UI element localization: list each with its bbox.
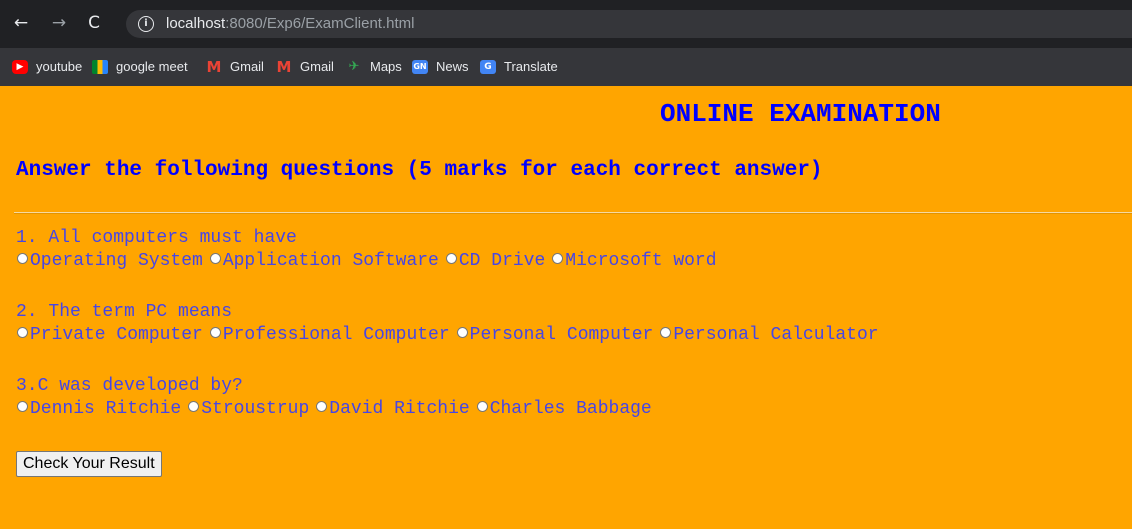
radio-button[interactable] — [660, 326, 672, 338]
bookmark-maps[interactable]: ✈ Maps — [346, 58, 402, 76]
option-label: Professional Computer — [222, 325, 450, 345]
radio-button[interactable] — [17, 326, 28, 338]
option-label: Operating System — [30, 251, 203, 271]
maps-icon: ✈ — [348, 58, 360, 74]
option-label: Microsoft word — [565, 251, 717, 271]
option[interactable]: Operating System — [16, 249, 203, 273]
option[interactable]: CD Drive — [445, 249, 545, 273]
page-title: ONLINE EXAMINATION — [660, 99, 941, 129]
option-label: Application Software — [222, 251, 439, 271]
gmail-icon: M — [206, 57, 222, 76]
gmail-icon: M — [276, 57, 292, 76]
option-label: Charles Babbage — [489, 399, 652, 419]
radio-button[interactable] — [445, 252, 457, 264]
bookmark-label: News — [436, 59, 469, 74]
horizontal-rule — [14, 212, 1132, 214]
reload-icon[interactable]: C — [83, 12, 105, 34]
url-host: localhost — [166, 15, 226, 32]
radio-button[interactable] — [552, 252, 564, 264]
bookmarks-bar: ▶ youtube google meet M Gmail M Gmail ✈ Maps… — [0, 48, 1132, 86]
option[interactable]: Personal Computer — [456, 323, 654, 347]
radio-button[interactable] — [209, 252, 221, 264]
answer-options: Private Computer Professional Computer Per… — [16, 323, 879, 347]
answer-options: Dennis Ritchie Stroustrup David Ritchie Cha… — [16, 397, 652, 421]
url-text[interactable]: localhost:8080/Exp6/ExamClient.html — [166, 15, 414, 32]
radio-button[interactable] — [17, 252, 28, 264]
translate-icon: G — [480, 59, 496, 74]
bookmark-gmail-2[interactable]: M Gmail — [276, 58, 334, 76]
option[interactable]: David Ritchie — [315, 397, 470, 421]
option[interactable]: Professional Computer — [209, 323, 450, 347]
question-3: 3.C was developed by? Dennis Ritchie Stro… — [16, 375, 652, 421]
back-arrow-icon[interactable]: ← — [10, 12, 32, 34]
radio-button[interactable] — [316, 400, 328, 412]
address-bar[interactable]: i localhost:8080/Exp6/ExamClient.html — [126, 10, 1132, 38]
url-path: :8080/Exp6/ExamClient.html — [225, 15, 415, 32]
option[interactable]: Stroustrup — [187, 397, 309, 421]
answer-options: Operating System Application Software CD D… — [16, 249, 717, 273]
option[interactable]: Private Computer — [16, 323, 203, 347]
option-label: Private Computer — [30, 325, 203, 345]
bookmark-news[interactable]: GN News — [412, 58, 469, 76]
option-label: Stroustrup — [201, 399, 310, 419]
option-label: CD Drive — [458, 251, 546, 271]
radio-button[interactable] — [17, 400, 28, 412]
bookmark-label: Translate — [504, 59, 558, 74]
question-text: 2. The term PC means — [16, 302, 233, 322]
youtube-icon: ▶ — [12, 59, 28, 74]
option-label: Personal Computer — [469, 325, 654, 345]
bookmark-youtube[interactable]: ▶ youtube — [12, 58, 82, 76]
google-meet-icon — [92, 59, 108, 74]
option-label: Personal Calculator — [673, 325, 879, 345]
option[interactable]: Charles Babbage — [476, 397, 652, 421]
question-1: 1. All computers must have Operating Sys… — [16, 227, 717, 273]
question-2: 2. The term PC means Private Computer Pro… — [16, 301, 879, 347]
exam-page: ONLINE EXAMINATION Answer the following … — [0, 86, 1132, 529]
radio-button[interactable] — [188, 400, 200, 412]
news-icon: GN — [412, 59, 428, 74]
bookmark-label: Gmail — [300, 59, 334, 74]
option[interactable]: Application Software — [209, 249, 439, 273]
question-text: 3.C was developed by? — [16, 376, 243, 396]
radio-button[interactable] — [209, 326, 221, 338]
question-text: 1. All computers must have — [16, 228, 297, 248]
bookmark-label: Gmail — [230, 59, 264, 74]
bookmark-translate[interactable]: G Translate — [480, 58, 558, 76]
bookmark-gmail-1[interactable]: M Gmail — [206, 58, 264, 76]
site-info-icon[interactable]: i — [138, 16, 154, 32]
bookmark-label: Maps — [370, 59, 402, 74]
check-result-button[interactable]: Check Your Result — [16, 451, 162, 477]
bookmark-google-meet[interactable]: google meet — [92, 58, 188, 76]
option-label: Dennis Ritchie — [30, 399, 182, 419]
option[interactable]: Personal Calculator — [659, 323, 879, 347]
browser-toolbar: ← → C i localhost:8080/Exp6/ExamClient.h… — [0, 0, 1132, 48]
forward-arrow-icon[interactable]: → — [48, 12, 70, 34]
bookmark-label: google meet — [116, 59, 188, 74]
instruction-heading: Answer the following questions (5 marks … — [16, 159, 823, 182]
option[interactable]: Dennis Ritchie — [16, 397, 181, 421]
option[interactable]: Microsoft word — [551, 249, 717, 273]
radio-button[interactable] — [476, 400, 488, 412]
bookmark-label: youtube — [36, 59, 83, 74]
option-label: David Ritchie — [329, 399, 470, 419]
radio-button[interactable] — [456, 326, 468, 338]
